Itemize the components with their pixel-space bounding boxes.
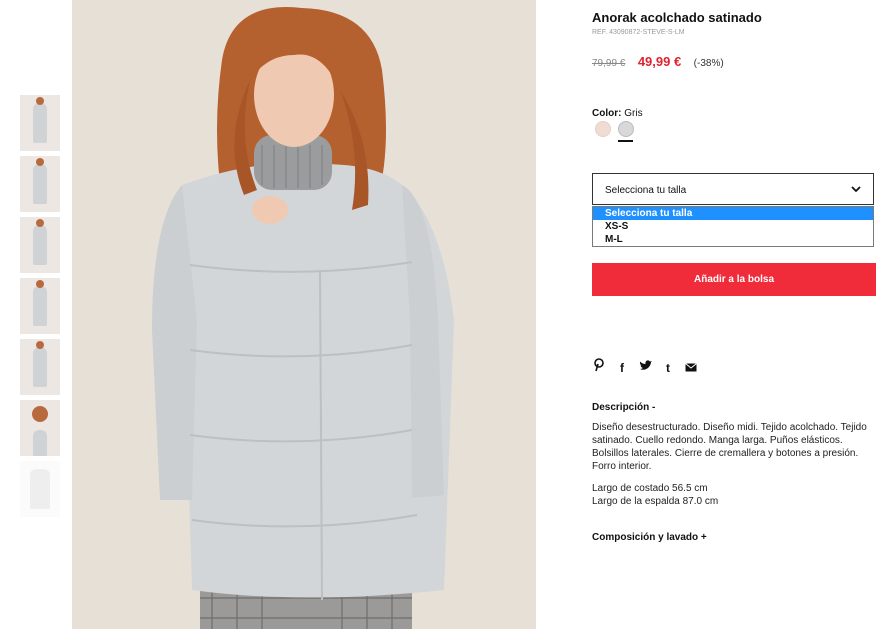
facebook-icon[interactable]: f <box>615 360 629 376</box>
discount-badge: (-38%) <box>693 58 724 69</box>
add-to-bag-button[interactable]: Añadir a la bolsa <box>592 263 876 296</box>
model-illustration <box>72 0 536 629</box>
tumblr-icon[interactable]: t <box>661 360 675 376</box>
sale-price: 49,99 € <box>637 54 682 69</box>
size-select-label: Selecciona tu talla <box>605 185 687 196</box>
size-dropdown-list: Selecciona tu talla XS-S M-L <box>592 206 874 247</box>
swatch-pink[interactable] <box>595 121 611 137</box>
product-main-image[interactable] <box>72 0 536 629</box>
color-value: Gris <box>624 108 643 119</box>
measure-back-length: Largo de la espalda 87.0 cm <box>592 496 719 507</box>
product-reference: REF. 43090872-STEVE-S-LM <box>592 29 685 36</box>
size-option[interactable]: Selecciona tu talla <box>593 207 873 220</box>
thumbnail-3[interactable] <box>20 217 60 273</box>
twitter-icon[interactable] <box>638 360 652 376</box>
thumbnail-2[interactable] <box>20 156 60 212</box>
product-title: Anorak acolchado satinado <box>592 10 762 25</box>
thumbnail-7[interactable] <box>20 461 60 517</box>
selected-swatch-indicator <box>618 140 633 142</box>
thumbnail-4[interactable] <box>20 278 60 334</box>
composition-heading[interactable]: Composición y lavado + <box>592 532 707 543</box>
old-price: 79,99 € <box>592 58 626 69</box>
description-heading[interactable]: Descripción - <box>592 402 655 413</box>
thumbnail-6[interactable] <box>20 400 60 456</box>
color-label: Color: Gris <box>592 108 643 119</box>
price-row: 79,99 € 49,99 € (-38%) <box>592 53 724 71</box>
swatch-grey[interactable] <box>618 121 634 137</box>
email-icon[interactable] <box>684 360 698 376</box>
measurements: Largo de costado 56.5 cm Largo de la esp… <box>592 482 718 508</box>
size-select[interactable]: Selecciona tu talla <box>592 173 874 205</box>
social-share: f t <box>592 358 707 376</box>
thumbnail-1[interactable] <box>20 95 60 151</box>
measure-side-length: Largo de costado 56.5 cm <box>592 483 708 494</box>
size-option[interactable]: XS-S <box>593 220 873 233</box>
thumbnail-gallery <box>20 95 60 522</box>
color-label-key: Color: <box>592 108 622 119</box>
pinterest-icon[interactable] <box>592 358 606 374</box>
description-text: Diseño desestructurado. Diseño midi. Tej… <box>592 422 867 472</box>
size-option[interactable]: M-L <box>593 233 873 246</box>
chevron-down-icon <box>851 186 861 193</box>
thumbnail-5[interactable] <box>20 339 60 395</box>
color-swatches <box>595 121 641 139</box>
